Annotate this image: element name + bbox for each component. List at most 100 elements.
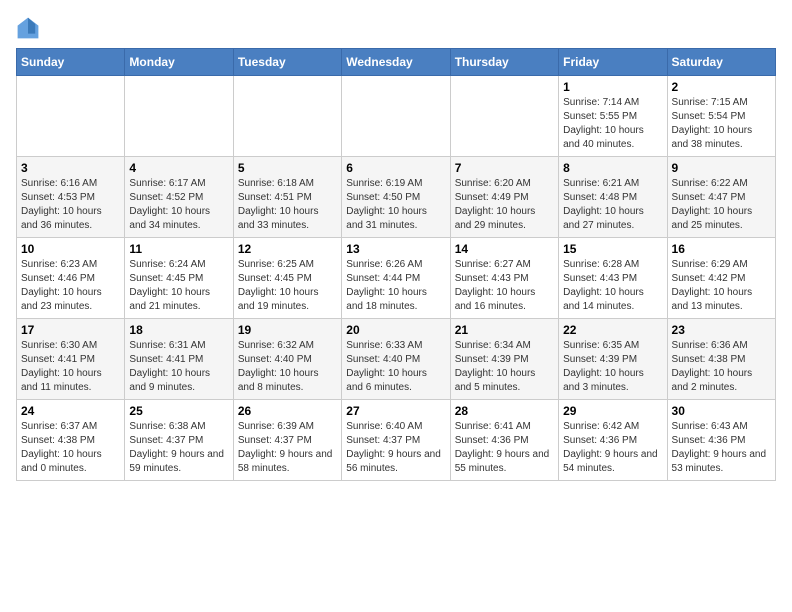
day-info: Sunrise: 6:22 AM Sunset: 4:47 PM Dayligh… bbox=[672, 177, 771, 233]
day-number: 17 bbox=[21, 323, 120, 337]
page-header bbox=[16, 16, 776, 40]
day-info: Sunrise: 6:19 AM Sunset: 4:50 PM Dayligh… bbox=[346, 177, 445, 233]
calendar-cell: 7 Sunrise: 6:20 AM Sunset: 4:49 PM Daylig… bbox=[450, 157, 558, 238]
day-info: Sunrise: 6:26 AM Sunset: 4:44 PM Dayligh… bbox=[346, 258, 445, 314]
calendar-cell: 28Sunrise: 6:41 AM Sunset: 4:36 PM Dayli… bbox=[450, 400, 558, 481]
day-info: Sunrise: 6:36 AM Sunset: 4:38 PM Dayligh… bbox=[672, 339, 771, 395]
day-info: Sunrise: 6:23 AM Sunset: 4:46 PM Dayligh… bbox=[21, 258, 120, 314]
header-sunday: Sunday bbox=[17, 49, 125, 76]
calendar-cell: 21 Sunrise: 6:34 AM Sunset: 4:39 PM Dayli… bbox=[450, 319, 558, 400]
day-number: 3 bbox=[21, 161, 120, 175]
day-number: 26 bbox=[238, 404, 337, 418]
day-number: 10 bbox=[21, 242, 120, 256]
day-number: 2 bbox=[672, 80, 771, 94]
calendar-cell: 15Sunrise: 6:28 AM Sunset: 4:43 PM Dayli… bbox=[559, 238, 667, 319]
calendar-header-row: SundayMondayTuesdayWednesdayThursdayFrid… bbox=[17, 49, 776, 76]
calendar-cell: 4 Sunrise: 6:17 AM Sunset: 4:52 PM Daylig… bbox=[125, 157, 233, 238]
day-number: 30 bbox=[672, 404, 771, 418]
calendar-cell: 2Sunrise: 7:15 AM Sunset: 5:54 PM Daylig… bbox=[667, 76, 775, 157]
calendar-cell: 18 Sunrise: 6:31 AM Sunset: 4:41 PM Dayli… bbox=[125, 319, 233, 400]
logo-icon bbox=[16, 16, 40, 40]
day-info: Sunrise: 6:33 AM Sunset: 4:40 PM Dayligh… bbox=[346, 339, 445, 395]
day-number: 12 bbox=[238, 242, 337, 256]
calendar-table: SundayMondayTuesdayWednesdayThursdayFrid… bbox=[16, 48, 776, 481]
day-number: 5 bbox=[238, 161, 337, 175]
day-number: 14 bbox=[455, 242, 554, 256]
day-info: Sunrise: 6:32 AM Sunset: 4:40 PM Dayligh… bbox=[238, 339, 337, 395]
calendar-cell: 16 Sunrise: 6:29 AM Sunset: 4:42 PM Dayli… bbox=[667, 238, 775, 319]
day-info: Sunrise: 6:30 AM Sunset: 4:41 PM Dayligh… bbox=[21, 339, 120, 395]
calendar-cell: 22 Sunrise: 6:35 AM Sunset: 4:39 PM Dayli… bbox=[559, 319, 667, 400]
calendar-cell: 9 Sunrise: 6:22 AM Sunset: 4:47 PM Daylig… bbox=[667, 157, 775, 238]
day-number: 9 bbox=[672, 161, 771, 175]
calendar-cell: 5 Sunrise: 6:18 AM Sunset: 4:51 PM Daylig… bbox=[233, 157, 341, 238]
calendar-cell bbox=[233, 76, 341, 157]
day-info: Sunrise: 6:21 AM Sunset: 4:48 PM Dayligh… bbox=[563, 177, 662, 233]
day-info: Sunrise: 6:40 AM Sunset: 4:37 PM Dayligh… bbox=[346, 420, 445, 476]
day-number: 6 bbox=[346, 161, 445, 175]
day-info: Sunrise: 6:43 AM Sunset: 4:36 PM Dayligh… bbox=[672, 420, 771, 476]
day-info: Sunrise: 6:41 AM Sunset: 4:36 PM Dayligh… bbox=[455, 420, 554, 476]
calendar-cell: 6 Sunrise: 6:19 AM Sunset: 4:50 PM Daylig… bbox=[342, 157, 450, 238]
calendar-cell: 20 Sunrise: 6:33 AM Sunset: 4:40 PM Dayli… bbox=[342, 319, 450, 400]
calendar-cell: 17 Sunrise: 6:30 AM Sunset: 4:41 PM Dayli… bbox=[17, 319, 125, 400]
day-number: 24 bbox=[21, 404, 120, 418]
header-wednesday: Wednesday bbox=[342, 49, 450, 76]
header-tuesday: Tuesday bbox=[233, 49, 341, 76]
calendar-cell: 26 Sunrise: 6:39 AM Sunset: 4:37 PM Dayli… bbox=[233, 400, 341, 481]
day-number: 23 bbox=[672, 323, 771, 337]
day-number: 7 bbox=[455, 161, 554, 175]
day-number: 4 bbox=[129, 161, 228, 175]
day-info: Sunrise: 6:25 AM Sunset: 4:45 PM Dayligh… bbox=[238, 258, 337, 314]
logo bbox=[16, 16, 44, 40]
calendar-cell: 14 Sunrise: 6:27 AM Sunset: 4:43 PM Dayli… bbox=[450, 238, 558, 319]
day-info: Sunrise: 6:34 AM Sunset: 4:39 PM Dayligh… bbox=[455, 339, 554, 395]
day-number: 22 bbox=[563, 323, 662, 337]
day-number: 16 bbox=[672, 242, 771, 256]
calendar-cell: 19 Sunrise: 6:32 AM Sunset: 4:40 PM Dayli… bbox=[233, 319, 341, 400]
day-number: 21 bbox=[455, 323, 554, 337]
calendar-cell bbox=[450, 76, 558, 157]
calendar-week-3: 10 Sunrise: 6:23 AM Sunset: 4:46 PM Dayli… bbox=[17, 238, 776, 319]
header-saturday: Saturday bbox=[667, 49, 775, 76]
day-number: 15 bbox=[563, 242, 662, 256]
calendar-cell: 11Sunrise: 6:24 AM Sunset: 4:45 PM Dayli… bbox=[125, 238, 233, 319]
day-info: Sunrise: 6:31 AM Sunset: 4:41 PM Dayligh… bbox=[129, 339, 228, 395]
day-info: Sunrise: 7:14 AM Sunset: 5:55 PM Dayligh… bbox=[563, 96, 662, 152]
day-number: 1 bbox=[563, 80, 662, 94]
calendar-week-5: 24 Sunrise: 6:37 AM Sunset: 4:38 PM Dayli… bbox=[17, 400, 776, 481]
day-info: Sunrise: 6:39 AM Sunset: 4:37 PM Dayligh… bbox=[238, 420, 337, 476]
day-info: Sunrise: 6:42 AM Sunset: 4:36 PM Dayligh… bbox=[563, 420, 662, 476]
calendar-cell: 3Sunrise: 6:16 AM Sunset: 4:53 PM Daylig… bbox=[17, 157, 125, 238]
calendar-week-2: 3Sunrise: 6:16 AM Sunset: 4:53 PM Daylig… bbox=[17, 157, 776, 238]
day-info: Sunrise: 6:17 AM Sunset: 4:52 PM Dayligh… bbox=[129, 177, 228, 233]
day-info: Sunrise: 6:18 AM Sunset: 4:51 PM Dayligh… bbox=[238, 177, 337, 233]
day-number: 18 bbox=[129, 323, 228, 337]
calendar-cell: 29Sunrise: 6:42 AM Sunset: 4:36 PM Dayli… bbox=[559, 400, 667, 481]
calendar-week-1: 1 Sunrise: 7:14 AM Sunset: 5:55 PM Daylig… bbox=[17, 76, 776, 157]
header-thursday: Thursday bbox=[450, 49, 558, 76]
day-number: 8 bbox=[563, 161, 662, 175]
calendar-cell: 23 Sunrise: 6:36 AM Sunset: 4:38 PM Dayli… bbox=[667, 319, 775, 400]
day-info: Sunrise: 6:29 AM Sunset: 4:42 PM Dayligh… bbox=[672, 258, 771, 314]
day-info: Sunrise: 6:24 AM Sunset: 4:45 PM Dayligh… bbox=[129, 258, 228, 314]
calendar-cell: 10 Sunrise: 6:23 AM Sunset: 4:46 PM Dayli… bbox=[17, 238, 125, 319]
calendar-cell: 13 Sunrise: 6:26 AM Sunset: 4:44 PM Dayli… bbox=[342, 238, 450, 319]
calendar-cell bbox=[342, 76, 450, 157]
day-number: 25 bbox=[129, 404, 228, 418]
header-friday: Friday bbox=[559, 49, 667, 76]
day-number: 19 bbox=[238, 323, 337, 337]
calendar-cell bbox=[17, 76, 125, 157]
day-number: 13 bbox=[346, 242, 445, 256]
day-info: Sunrise: 6:35 AM Sunset: 4:39 PM Dayligh… bbox=[563, 339, 662, 395]
calendar-cell: 24 Sunrise: 6:37 AM Sunset: 4:38 PM Dayli… bbox=[17, 400, 125, 481]
day-info: Sunrise: 6:27 AM Sunset: 4:43 PM Dayligh… bbox=[455, 258, 554, 314]
calendar-cell: 25 Sunrise: 6:38 AM Sunset: 4:37 PM Dayli… bbox=[125, 400, 233, 481]
day-info: Sunrise: 6:38 AM Sunset: 4:37 PM Dayligh… bbox=[129, 420, 228, 476]
day-info: Sunrise: 6:20 AM Sunset: 4:49 PM Dayligh… bbox=[455, 177, 554, 233]
day-info: Sunrise: 6:37 AM Sunset: 4:38 PM Dayligh… bbox=[21, 420, 120, 476]
calendar-cell: 8 Sunrise: 6:21 AM Sunset: 4:48 PM Daylig… bbox=[559, 157, 667, 238]
calendar-cell bbox=[125, 76, 233, 157]
day-number: 20 bbox=[346, 323, 445, 337]
calendar-cell: 30 Sunrise: 6:43 AM Sunset: 4:36 PM Dayli… bbox=[667, 400, 775, 481]
